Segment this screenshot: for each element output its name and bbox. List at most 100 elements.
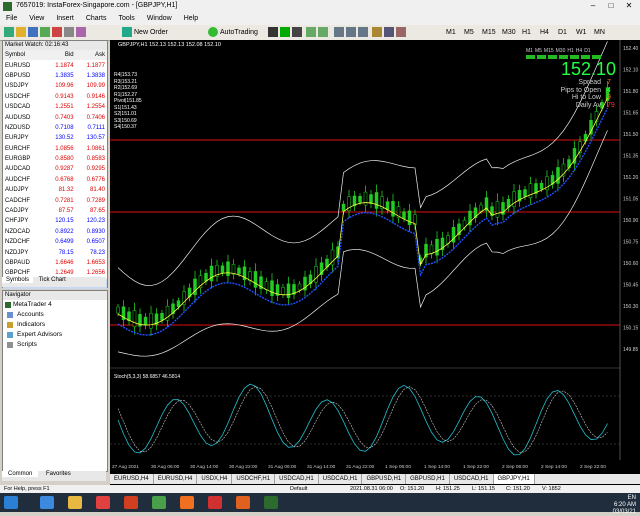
open-icon[interactable] [16, 27, 26, 37]
column-symbol[interactable]: Symbol [3, 50, 44, 60]
market-watch-table: Symbol Bid Ask EURUSD 1.1874 1.1877 GBPUSD 1… [3, 50, 107, 289]
market-watch-row[interactable]: CADCHF 0.7281 0.7289 [3, 195, 107, 205]
strategy-tester-icon[interactable] [76, 27, 86, 37]
market-watch-row[interactable]: GBPUSD 1.3835 1.3838 [3, 71, 107, 81]
nav-item-indicators[interactable]: Indicators [3, 320, 107, 330]
menu-view[interactable]: View [23, 13, 50, 25]
market-watch-row[interactable]: AUDCHF 0.6768 0.6776 [3, 175, 107, 185]
tf-m30[interactable]: M30 [502, 27, 516, 38]
chart-tab[interactable]: USDCAD,H1 [319, 474, 363, 484]
tf-m1[interactable]: M1 [446, 27, 456, 38]
chart-tab[interactable]: EURUSD,H4 [154, 474, 198, 484]
tf-h1[interactable]: H1 [522, 27, 531, 38]
tab-common[interactable]: Common [2, 471, 39, 477]
tf-w1[interactable]: W1 [576, 27, 587, 38]
new-order-icon[interactable] [122, 27, 132, 37]
symbol-name: GBPUSD [5, 72, 31, 79]
market-watch-row[interactable]: USDCAD 1.2551 1.2554 [3, 102, 107, 112]
tf-h4[interactable]: H4 [540, 27, 549, 38]
menu-help[interactable]: Help [178, 13, 204, 25]
nav-item-metatrader[interactable]: MetaTrader 4 [3, 300, 107, 310]
candles-icon[interactable] [280, 27, 290, 37]
market-watch-row[interactable]: EURJPY 130.52 130.57 [3, 133, 107, 143]
market-watch-row[interactable]: NZDCHF 0.6499 0.6507 [3, 237, 107, 247]
market-watch-row[interactable]: AUDCAD 0.9287 0.9295 [3, 164, 107, 174]
market-watch-row[interactable]: NZDCAD 0.8922 0.8930 [3, 227, 107, 237]
start-icon[interactable] [4, 496, 18, 509]
line-chart-icon[interactable] [292, 27, 302, 37]
autotrading-icon[interactable] [208, 27, 218, 37]
market-watch-icon[interactable] [40, 27, 50, 37]
app-icon-2[interactable] [208, 496, 222, 509]
tf-mn[interactable]: MN [594, 27, 605, 38]
market-watch-row[interactable]: CADJPY 87.57 87.65 [3, 206, 107, 216]
nav-item-accounts[interactable]: Accounts [3, 310, 107, 320]
menu-insert[interactable]: Insert [50, 13, 80, 25]
chart-tab[interactable]: GBPUSD,H1 [362, 474, 407, 484]
market-watch-row[interactable]: USDCHF 0.9143 0.9146 [3, 92, 107, 102]
chart-tab[interactable]: GBPUSD,H1 [406, 474, 450, 484]
market-watch-row[interactable]: AUDUSD 0.7403 0.7406 [3, 112, 107, 122]
tf-d1[interactable]: D1 [558, 27, 567, 38]
autotrading-button[interactable]: AutoTrading [220, 27, 258, 38]
market-watch-row[interactable]: USDJPY 109.96 109.99 [3, 81, 107, 91]
tab-favorites[interactable]: Favorites [40, 471, 77, 477]
profiles-icon[interactable] [28, 27, 38, 37]
taskbar: EN 6:20 AM 03/03/21 [0, 493, 640, 515]
firefox-icon[interactable] [180, 496, 194, 509]
market-watch-row[interactable]: EURUSD 1.1874 1.1877 [3, 60, 107, 70]
market-watch-row[interactable]: AUDJPY 81.32 81.40 [3, 185, 107, 195]
menu-charts[interactable]: Charts [80, 13, 113, 25]
time-tick-label: 2 Sep 06:00 [502, 464, 528, 470]
chart-shift-icon[interactable] [358, 27, 368, 37]
ie-icon[interactable] [40, 496, 54, 509]
market-watch-row[interactable]: NZDUSD 0.7108 0.7111 [3, 123, 107, 133]
new-order-button[interactable]: New Order [134, 27, 168, 38]
chart-tab[interactable]: USDX,H4 [197, 474, 233, 484]
media-icon[interactable] [96, 496, 110, 509]
column-ask[interactable]: Ask [76, 50, 107, 60]
chart-tab[interactable]: GBPJPY,H1 [493, 474, 535, 484]
metatrader-taskbar-icon[interactable] [264, 496, 278, 509]
market-watch-row[interactable]: EURGBP 0.8580 0.8583 [3, 154, 107, 164]
market-watch-row[interactable]: CHFJPY 120.15 120.23 [3, 216, 107, 226]
nav-item-scripts[interactable]: Scripts [3, 340, 107, 350]
tile-icon[interactable] [334, 27, 344, 37]
menu-tools[interactable]: Tools [112, 13, 140, 25]
maximize-icon[interactable]: □ [602, 1, 620, 11]
market-watch-row[interactable]: EURCHF 1.0856 1.0861 [3, 144, 107, 154]
market-watch-row[interactable]: GBPAUD 1.6646 1.6653 [3, 258, 107, 268]
chrome-icon[interactable] [152, 496, 166, 509]
column-bid[interactable]: Bid [44, 50, 75, 60]
autoscroll-icon[interactable] [346, 27, 356, 37]
time-tick-label: 30 Aug 06:00 [151, 464, 180, 470]
minimize-icon[interactable]: – [584, 1, 602, 11]
terminal-icon[interactable] [64, 27, 74, 37]
periods-icon[interactable] [384, 27, 394, 37]
chart-window[interactable]: 152.40 152.10 151.80 151.65 151.50 151.35 151.… [110, 40, 640, 485]
menu-file[interactable]: File [0, 13, 23, 25]
tab-symbols[interactable]: Symbols [2, 277, 34, 283]
chart-tab[interactable]: EURUSD,H4 [110, 474, 154, 484]
zoom-out-icon[interactable] [318, 27, 328, 37]
indicators-icon[interactable] [372, 27, 382, 37]
zoom-in-icon[interactable] [306, 27, 316, 37]
new-chart-icon[interactable] [4, 27, 14, 37]
firefox-icon-2[interactable] [236, 496, 250, 509]
explorer-icon[interactable] [68, 496, 82, 509]
close-icon[interactable]: ✕ [620, 1, 638, 11]
market-watch-row[interactable]: NZDJPY 78.15 78.23 [3, 247, 107, 257]
chart-tab[interactable]: USDCAD,H1 [450, 474, 494, 484]
language-indicator[interactable]: EN [628, 495, 636, 501]
chart-tab[interactable]: USDCAD,H1 [275, 474, 319, 484]
tf-m5[interactable]: M5 [464, 27, 474, 38]
navigator-icon[interactable] [52, 27, 62, 37]
menu-window[interactable]: Window [141, 13, 178, 25]
tab-tick-chart[interactable]: Tick Chart [35, 277, 70, 283]
bar-chart-icon[interactable] [268, 27, 278, 37]
chart-tab[interactable]: USDCHF,H1 [232, 474, 276, 484]
nav-item-expert-advisors[interactable]: Expert Advisors [3, 330, 107, 340]
app-icon-1[interactable] [124, 496, 138, 509]
tf-m15[interactable]: M15 [482, 27, 496, 38]
templates-icon[interactable] [396, 27, 406, 37]
